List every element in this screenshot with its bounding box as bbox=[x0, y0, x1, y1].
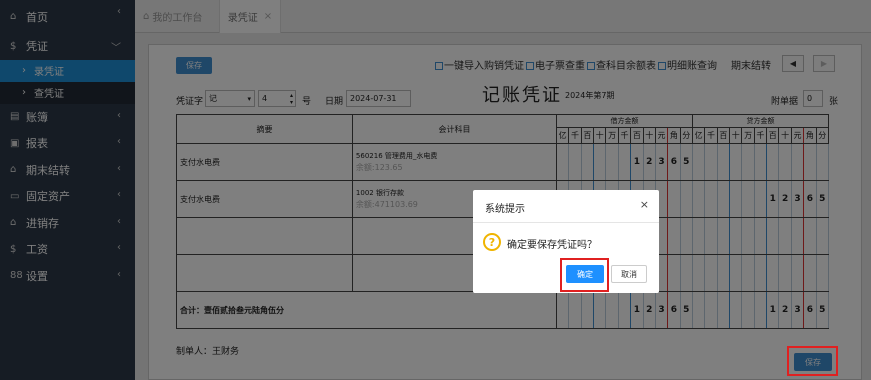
dialog-title: 系统提示 bbox=[485, 204, 525, 215]
close-icon[interactable]: × bbox=[640, 198, 649, 211]
cancel-button[interactable]: 取消 bbox=[611, 265, 647, 283]
dialog-divider bbox=[473, 222, 659, 223]
highlight-confirm bbox=[560, 258, 609, 292]
dialog-message: 确定要保存凭证吗？ bbox=[507, 240, 597, 251]
question-icon: ? bbox=[483, 233, 501, 251]
modal-overlay bbox=[0, 0, 871, 380]
highlight-save bbox=[787, 346, 838, 376]
